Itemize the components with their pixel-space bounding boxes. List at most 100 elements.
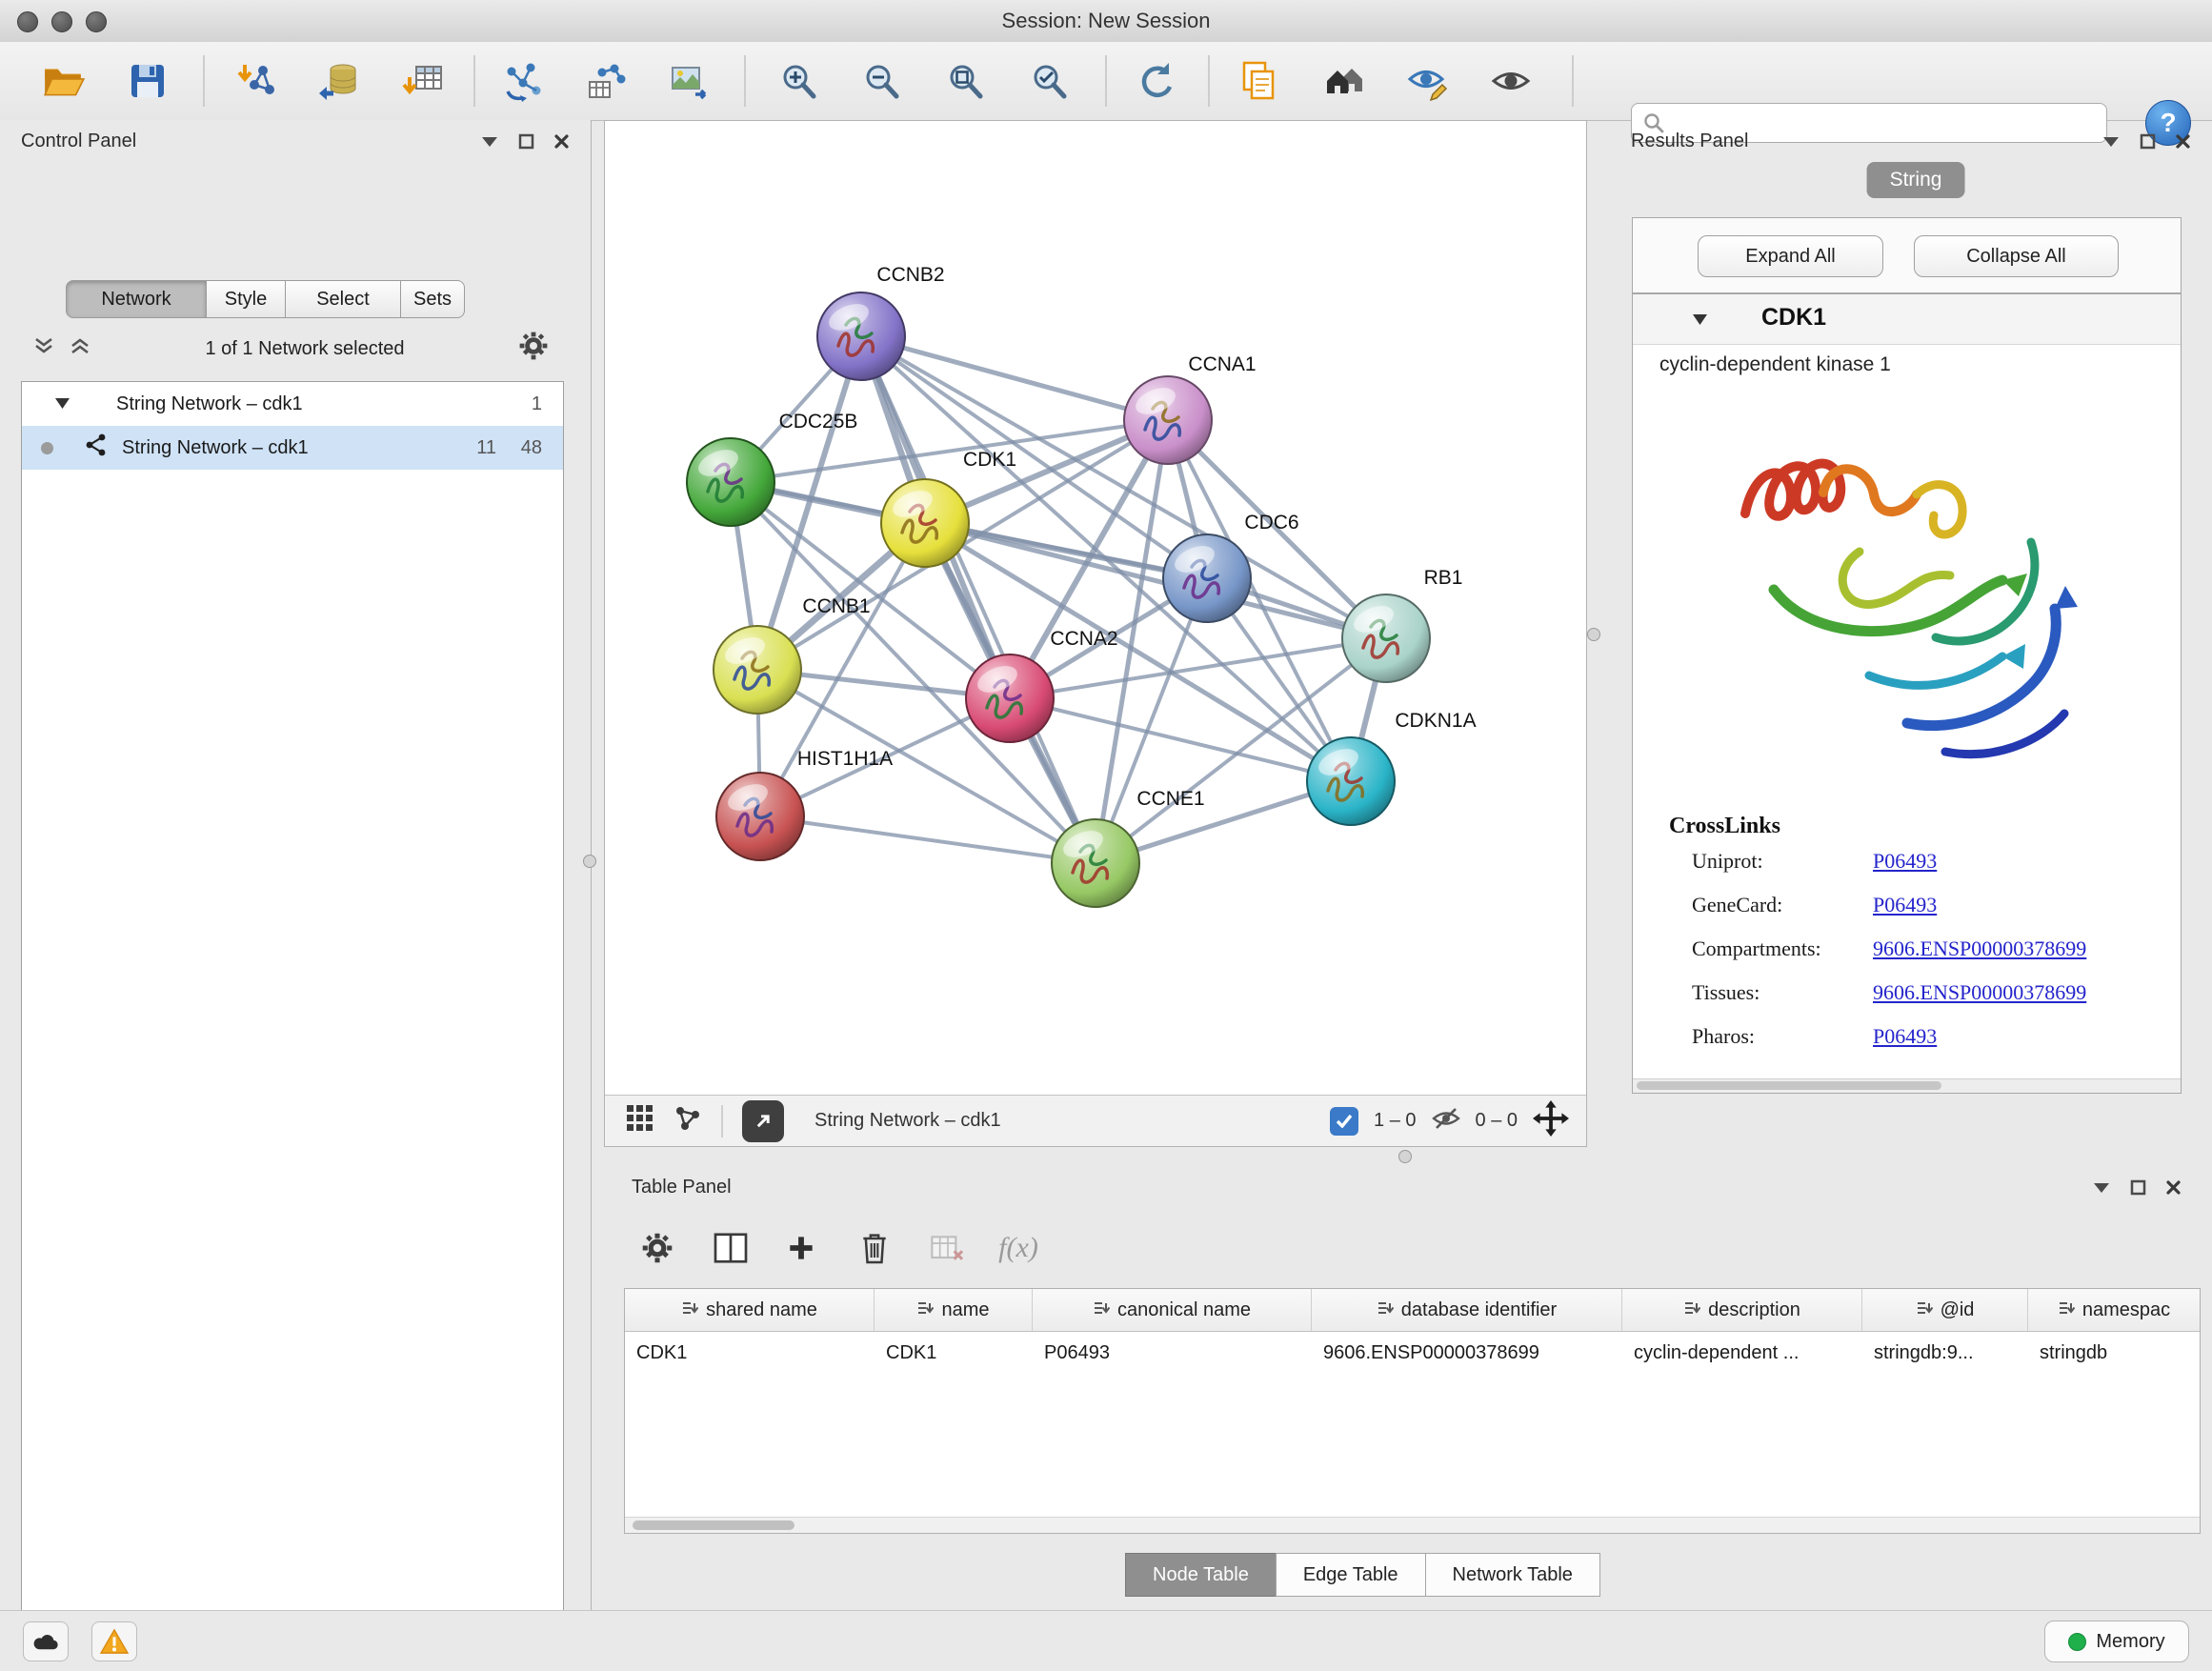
export-image-button[interactable] (663, 54, 716, 108)
crosslink-row: Tissues: 9606.ENSP00000378699 (1633, 980, 2181, 1024)
home-button[interactable] (1317, 54, 1371, 108)
panel-collapse-icon[interactable] (480, 135, 499, 148)
results-tab-string[interactable]: String (1867, 162, 1965, 198)
refresh-layout-button[interactable] (1129, 54, 1182, 108)
network-arrows-button[interactable] (496, 54, 550, 108)
show-graphics-details-button[interactable] (1484, 54, 1538, 108)
table-settings-button[interactable] (633, 1223, 682, 1273)
network-node-ccna1[interactable]: CCNA1 (1124, 353, 1257, 464)
crosslink-link[interactable]: P06493 (1873, 1024, 1937, 1049)
network-table-button[interactable] (580, 54, 633, 108)
birdseye-view-icon[interactable] (674, 1104, 702, 1138)
crosslink-row: GeneCard: P06493 (1633, 893, 2181, 936)
column-header-description[interactable]: description (1622, 1289, 1862, 1331)
delete-column-button[interactable] (850, 1223, 899, 1273)
vertical-splitter-handle[interactable] (1587, 628, 1600, 641)
panel-float-icon[interactable] (518, 133, 534, 150)
warnings-button[interactable] (91, 1621, 137, 1661)
expand-all-icon[interactable] (69, 336, 91, 361)
tab-style[interactable]: Style (206, 280, 286, 318)
export-network-button[interactable] (742, 1100, 784, 1142)
network-options-gear-icon[interactable] (518, 331, 549, 367)
crosslink-link[interactable]: 9606.ENSP00000378699 (1873, 980, 2086, 1005)
zoom-selected-button[interactable] (1022, 54, 1076, 108)
panel-close-icon[interactable] (553, 133, 570, 150)
network-node-ccnb1[interactable]: CCNB1 (714, 595, 871, 714)
horizontal-splitter-handle[interactable] (1398, 1150, 1412, 1163)
network-node-hist1h1a[interactable]: HIST1H1A (716, 748, 893, 860)
network-node-cdc6[interactable]: CDC6 (1163, 512, 1299, 622)
network-row[interactable]: String Network – cdk1 11 48 (22, 426, 563, 470)
export-image-icon (669, 60, 711, 102)
hide-graphics-details-button[interactable] (1400, 54, 1454, 108)
network-edge[interactable] (760, 816, 1096, 863)
pan-tool-icon[interactable] (1533, 1100, 1569, 1142)
hidden-count: 0 – 0 (1476, 1110, 1518, 1132)
cloud-status-button[interactable] (23, 1621, 69, 1661)
zoom-out-button[interactable] (855, 54, 908, 108)
selected-nodes-checkbox[interactable] (1330, 1107, 1358, 1136)
import-table-button[interactable] (396, 54, 450, 108)
protein-section-header[interactable]: CDK1 (1633, 294, 2181, 345)
panel-float-icon[interactable] (2140, 133, 2156, 150)
network-collection-row[interactable]: String Network – cdk1 1 (22, 382, 563, 426)
function-builder-button[interactable]: f(x) (994, 1223, 1043, 1273)
tab-sets[interactable]: Sets (400, 280, 465, 318)
hidden-eye-icon[interactable] (1432, 1107, 1460, 1136)
network-tree: String Network – cdk1 1 String Network –… (21, 381, 564, 1671)
column-header-database-identifier[interactable]: database identifier (1312, 1289, 1622, 1331)
crosslink-label: Tissues: (1692, 980, 1760, 1005)
memory-button[interactable]: Memory (2044, 1621, 2189, 1662)
network-node-ccnb2[interactable]: CCNB2 (817, 264, 945, 380)
panel-collapse-icon[interactable] (2092, 1181, 2111, 1194)
toolbar-separator (1208, 55, 1210, 107)
results-horizontal-scrollbar[interactable] (1633, 1078, 2181, 1093)
add-column-button[interactable] (776, 1223, 826, 1273)
tab-network[interactable]: Network (66, 280, 207, 318)
open-session-button[interactable] (37, 54, 90, 108)
column-header-id[interactable]: @id (1862, 1289, 2028, 1331)
expand-all-button[interactable]: Expand All (1698, 235, 1883, 277)
tab-select[interactable]: Select (285, 280, 401, 318)
column-header-canonical-name[interactable]: canonical name (1033, 1289, 1312, 1331)
collapse-all-icon[interactable] (32, 336, 55, 361)
column-header-shared-name[interactable]: shared name (625, 1289, 875, 1331)
copy-documents-button[interactable] (1233, 54, 1286, 108)
application-window: Session: New Session (0, 0, 2212, 1671)
network-view: CCNB2CCNA1CDC25BCDK1CDC6RB1CCNB1CCNA2CDK… (604, 120, 1587, 1147)
network-node-rb1[interactable]: RB1 (1342, 567, 1462, 682)
table-horizontal-scrollbar[interactable] (625, 1517, 2200, 1533)
panel-close-icon[interactable] (2175, 133, 2191, 150)
tab-edge-table[interactable]: Edge Table (1276, 1553, 1426, 1597)
import-network-file-button[interactable] (231, 54, 284, 108)
table-row[interactable]: CDK1 CDK1 P06493 9606.ENSP00000378699 cy… (625, 1332, 2200, 1374)
crosslink-link[interactable]: P06493 (1873, 849, 1937, 874)
vertical-splitter-handle[interactable] (583, 855, 596, 868)
network-node-cdkn1a[interactable]: CDKN1A (1307, 710, 1477, 825)
tree-expander-icon[interactable] (54, 393, 70, 415)
collapse-all-button[interactable]: Collapse All (1914, 235, 2119, 277)
delete-table-button[interactable] (923, 1223, 973, 1273)
network-node-ccne1[interactable]: CCNE1 (1052, 788, 1205, 907)
panel-float-icon[interactable] (2130, 1179, 2146, 1196)
zoom-fit-button[interactable] (938, 54, 992, 108)
import-network-database-button[interactable] (312, 54, 365, 108)
crosslink-link[interactable]: P06493 (1873, 893, 1937, 917)
section-expander-icon[interactable] (1692, 313, 1708, 331)
tab-node-table[interactable]: Node Table (1125, 1553, 1277, 1597)
panel-close-icon[interactable] (2165, 1179, 2182, 1196)
import-network-database-icon (317, 60, 359, 102)
crosslink-link[interactable]: 9606.ENSP00000378699 (1873, 936, 2086, 961)
network-node-cdk1[interactable]: CDK1 (881, 449, 1016, 567)
tab-network-table[interactable]: Network Table (1425, 1553, 1600, 1597)
column-header-namespace[interactable]: namespac (2028, 1289, 2200, 1331)
save-session-button[interactable] (121, 54, 174, 108)
panel-collapse-icon[interactable] (2101, 135, 2121, 148)
network-type-icon (84, 433, 109, 463)
network-canvas[interactable]: CCNB2CCNA1CDC25BCDK1CDC6RB1CCNB1CCNA2CDK… (605, 121, 1584, 1093)
network-edge[interactable] (861, 336, 1096, 863)
grid-view-icon[interactable] (626, 1104, 654, 1138)
zoom-in-button[interactable] (772, 54, 825, 108)
column-header-name[interactable]: name (875, 1289, 1033, 1331)
split-columns-button[interactable] (706, 1223, 755, 1273)
